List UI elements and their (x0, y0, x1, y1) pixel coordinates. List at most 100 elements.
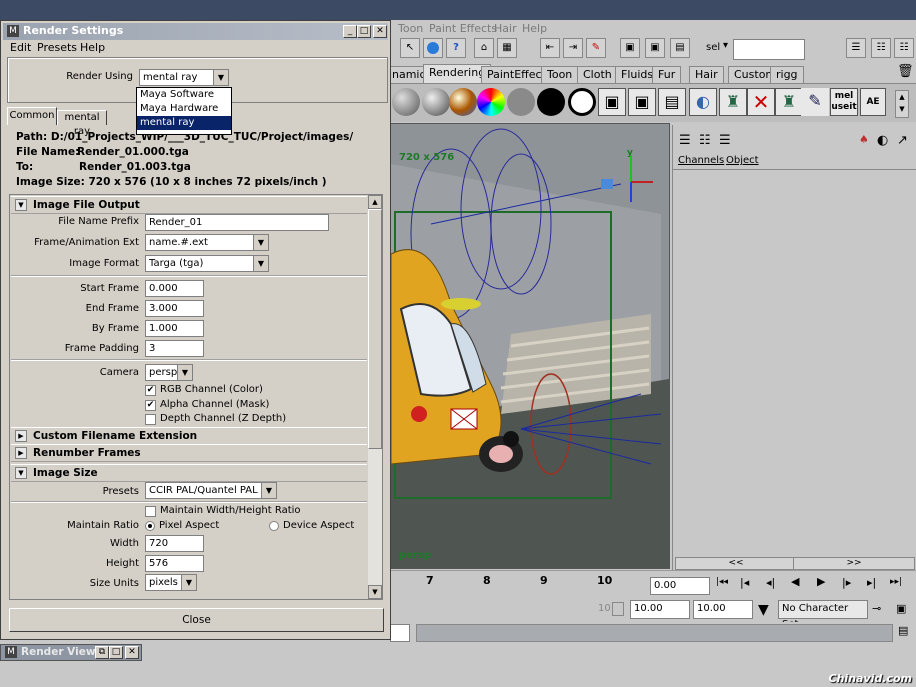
channel-box-layout-icon[interactable]: ☰ (679, 133, 691, 148)
minimize-icon[interactable]: _ (343, 25, 357, 38)
output-ops-icon[interactable]: ⇥ (563, 38, 583, 58)
chevron-down-icon[interactable]: ▾ (723, 40, 728, 51)
render-using-dropdown[interactable]: mental ray ▼ (139, 69, 229, 86)
size-units-dropdown[interactable]: pixels ▼ (145, 574, 197, 591)
renderer-option-mental-ray[interactable]: mental ray (137, 116, 231, 130)
break-light-link-icon[interactable]: ✕ (747, 88, 775, 116)
light-link-icon[interactable]: ♜ (719, 88, 747, 116)
play-backward-icon[interactable]: ◀ (791, 575, 799, 588)
step-forward-key-icon[interactable]: ▸| (867, 576, 876, 589)
perspective-viewport[interactable]: 720 x 576 y persp (390, 123, 670, 569)
phong-sphere-icon[interactable] (422, 88, 450, 116)
character-set-field[interactable]: No Character Set (778, 600, 868, 630)
close-button[interactable]: Close (9, 608, 384, 632)
alpha-channel-checkbox[interactable]: ✔ (145, 400, 156, 411)
blinn-sphere-icon[interactable] (392, 88, 420, 116)
frame-ext-dropdown[interactable]: name.#.ext ▼ (145, 234, 269, 251)
surface-shader-icon[interactable] (537, 88, 565, 116)
shelf-tab-toon[interactable]: Toon (541, 66, 579, 83)
close-icon[interactable]: ✕ (373, 25, 387, 38)
tab-common[interactable]: Common (7, 107, 57, 125)
depth-channel-checkbox[interactable] (145, 414, 156, 425)
channels-menu[interactable]: Channels (678, 155, 724, 166)
playback-end-field[interactable]: 10.00 (693, 600, 753, 619)
menu-toon[interactable]: Toon (398, 22, 423, 35)
menu-edit[interactable]: Edit (10, 41, 31, 54)
make-light-link-icon[interactable]: ♜ (775, 88, 803, 116)
input-ops-icon[interactable]: ⇤ (540, 38, 560, 58)
go-to-end-icon[interactable]: ▸▸| (890, 577, 902, 587)
vertical-scrollbar[interactable]: ▲ ▼ (368, 195, 382, 599)
menu-paint-effects[interactable]: Paint Effects (429, 22, 497, 35)
scroll-down-icon[interactable]: ▼ (368, 585, 382, 599)
shelf-tab-rigg[interactable]: rigg (770, 66, 804, 83)
image-format-dropdown[interactable]: Targa (tga) ▼ (145, 255, 269, 272)
file-name-prefix-input[interactable]: Render_01 (145, 214, 329, 231)
attribute-editor-icon[interactable]: AE (860, 88, 886, 116)
shelf-tab-cloth[interactable]: Cloth (577, 66, 618, 83)
scroll-left-button[interactable]: << (675, 557, 797, 570)
end-frame-input[interactable]: 3.000 (145, 300, 204, 317)
play-forward-icon[interactable]: ▶ (817, 575, 825, 588)
time-slider[interactable]: 7 8 9 10 0.00 |◂◂ |◂ ◂| ◀ ▶ |▸ ▸| ▸▸| (390, 570, 916, 599)
render-globals-icon[interactable]: ▤ (670, 38, 690, 58)
snap-icon[interactable]: ▦ (497, 38, 517, 58)
ramp-sphere-icon[interactable] (477, 88, 505, 116)
script-editor-icon[interactable]: ▤ (898, 624, 908, 637)
select-icon[interactable]: ↖ (400, 38, 420, 58)
frame-padding-input[interactable]: 3 (145, 340, 204, 357)
device-aspect-radio[interactable] (269, 521, 279, 531)
render-frame-icon[interactable]: ▣ (620, 38, 640, 58)
menu-hair[interactable]: Hair (494, 22, 517, 35)
light-link-small-icon[interactable]: ♠ (859, 133, 869, 146)
render-settings-titlebar[interactable]: M Render Settings _ □ ✕ (3, 23, 388, 40)
step-forward-frame-icon[interactable]: |▸ (842, 576, 851, 589)
maximize-icon[interactable]: □ (109, 646, 123, 659)
presets-dropdown[interactable]: CCIR PAL/Quantel PAL ▼ (145, 482, 277, 499)
range-handle[interactable] (612, 602, 624, 616)
render-icon[interactable]: ▣ (598, 88, 626, 116)
scrollbar-thumb[interactable] (368, 209, 382, 449)
hypershade-icon[interactable]: ◐ (689, 88, 717, 116)
lambert-sphere-icon[interactable] (507, 88, 535, 116)
shelf-tab-fur[interactable]: Fur (652, 66, 682, 83)
scroll-up-icon[interactable]: ▲ (368, 195, 382, 209)
attribute-editor-toggle-icon[interactable]: ☰ (846, 38, 866, 58)
camera-dropdown[interactable]: persp ▼ (145, 364, 193, 381)
maintain-wh-ratio-checkbox[interactable] (145, 506, 156, 517)
command-input[interactable] (390, 624, 410, 642)
object-menu[interactable]: Object (726, 155, 759, 166)
menu-help[interactable]: Help (80, 41, 105, 54)
channel-box-toggle-icon[interactable]: ☷ (894, 38, 914, 58)
go-to-start-icon[interactable]: |◂◂ (716, 577, 728, 587)
ipr-render-icon[interactable]: ▣ (645, 38, 665, 58)
channel-box-attr-icon[interactable]: ☷ (699, 133, 711, 148)
mel-useit-icon[interactable]: mel useit (830, 88, 858, 116)
shelf-scroll-arrows[interactable]: ▲ ▼ (895, 90, 909, 118)
pick-icon[interactable]: ↗ (897, 133, 908, 148)
tool-settings-toggle-icon[interactable]: ☷ (871, 38, 891, 58)
shelf-tab-hair[interactable]: Hair (689, 66, 724, 83)
menu-presets[interactable]: Presets (37, 41, 77, 54)
current-time-field[interactable]: 0.00 (650, 577, 710, 595)
lock-icon[interactable]: ⌂ (474, 38, 494, 58)
tab-mental-ray[interactable]: mental ray (57, 110, 107, 137)
render-view-minimized[interactable]: M Render View ⧉ □ ✕ (0, 644, 142, 661)
chevron-down-icon[interactable]: ▼ (758, 602, 769, 618)
help-question-icon[interactable]: ? (446, 38, 466, 58)
sphere-icon[interactable] (423, 38, 443, 58)
use-background-icon[interactable] (568, 88, 596, 116)
scroll-right-button[interactable]: >> (793, 557, 915, 570)
renderer-option-maya-hardware[interactable]: Maya Hardware (137, 102, 231, 116)
width-input[interactable]: 720 (145, 535, 204, 552)
render-settings-icon[interactable]: ▤ (658, 88, 686, 116)
paint-brush-icon[interactable]: ✎ (801, 88, 829, 116)
section-custom-filename-extension[interactable]: ▶ Custom Filename Extension (11, 427, 367, 445)
trash-icon[interactable]: 🗑 (897, 64, 914, 79)
menu-help[interactable]: Help (522, 22, 547, 35)
quick-select-field[interactable] (733, 39, 805, 60)
construction-history-icon[interactable]: ✎ (586, 38, 606, 58)
playback-start-field[interactable]: 10.00 (630, 600, 690, 619)
step-back-frame-icon[interactable]: ◂| (766, 576, 775, 589)
step-back-key-icon[interactable]: |◂ (740, 576, 749, 589)
